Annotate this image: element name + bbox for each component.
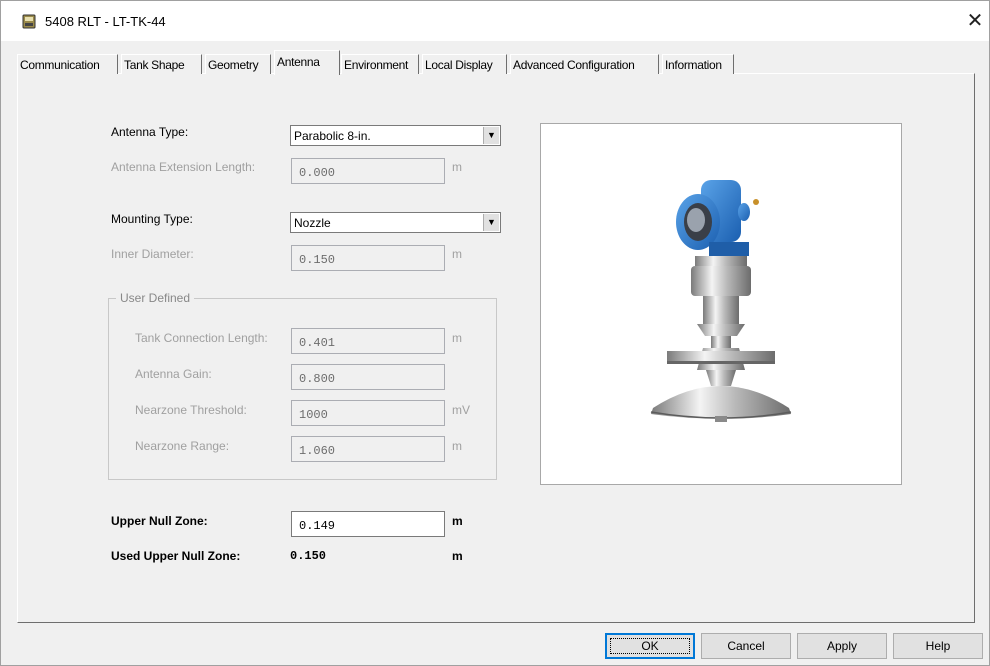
nearzone-threshold-field[interactable]: 1000: [291, 400, 445, 426]
used-upper-null-zone-label: Used Upper Null Zone:: [111, 549, 241, 563]
help-button[interactable]: Help: [893, 633, 983, 659]
antenna-extension-length-label: Antenna Extension Length:: [111, 160, 256, 174]
dialog-window: 5408 RLT - LT-TK-44 ✕ Communication Tank…: [0, 0, 990, 666]
device-image-frame: [540, 123, 902, 485]
nearzone-threshold-label: Nearzone Threshold:: [135, 403, 247, 417]
nearzone-range-field[interactable]: 1.060: [291, 436, 445, 462]
tab-local-display[interactable]: Local Display: [422, 54, 507, 74]
upper-null-zone-label: Upper Null Zone:: [111, 514, 208, 528]
antenna-gain-label: Antenna Gain:: [135, 367, 212, 381]
antenna-type-select[interactable]: Parabolic 8-in. ▼: [290, 125, 501, 146]
used-upper-null-zone-value: 0.150: [290, 549, 327, 563]
tab-geometry[interactable]: Geometry: [205, 54, 271, 74]
chevron-down-icon[interactable]: ▼: [483, 214, 499, 231]
tab-advanced-configuration[interactable]: Advanced Configuration: [510, 54, 659, 74]
tab-environment[interactable]: Environment: [341, 54, 419, 74]
radar-transmitter-image: [650, 180, 792, 422]
window-title: 5408 RLT - LT-TK-44: [45, 14, 166, 29]
tab-information[interactable]: Information: [662, 54, 734, 74]
device-app-icon: [22, 14, 36, 29]
used-upper-null-zone-unit: m: [452, 549, 463, 563]
cancel-button[interactable]: Cancel: [701, 633, 791, 659]
antenna-type-value: Parabolic 8-in.: [294, 129, 371, 143]
apply-button[interactable]: Apply: [797, 633, 887, 659]
upper-null-zone-field[interactable]: 0.149: [291, 511, 445, 537]
focus-rect: [610, 638, 690, 654]
tank-connection-length-unit: m: [452, 331, 462, 345]
tab-antenna[interactable]: Antenna: [274, 50, 340, 75]
nearzone-range-label: Nearzone Range:: [135, 439, 230, 453]
mounting-type-select[interactable]: Nozzle ▼: [290, 212, 501, 233]
tank-connection-length-label: Tank Connection Length:: [135, 331, 268, 345]
user-defined-group-title: User Defined: [116, 291, 195, 305]
inner-diameter-unit: m: [452, 247, 462, 261]
nearzone-threshold-unit: mV: [452, 403, 470, 417]
ok-button[interactable]: OK: [605, 633, 695, 659]
title-bar: 5408 RLT - LT-TK-44 ✕: [1, 1, 989, 41]
antenna-type-label: Antenna Type:: [111, 125, 189, 139]
upper-null-zone-unit: m: [452, 514, 463, 528]
inner-diameter-field[interactable]: 0.150: [291, 245, 445, 271]
tank-connection-length-field[interactable]: 0.401: [291, 328, 445, 354]
mounting-type-value: Nozzle: [294, 216, 331, 230]
tab-tank-shape[interactable]: Tank Shape: [121, 54, 202, 74]
antenna-extension-length-field[interactable]: 0.000: [291, 158, 445, 184]
tab-communication[interactable]: Communication: [17, 54, 118, 74]
close-icon[interactable]: ✕: [963, 9, 987, 33]
nearzone-range-unit: m: [452, 439, 462, 453]
antenna-extension-length-unit: m: [452, 160, 462, 174]
chevron-down-icon[interactable]: ▼: [483, 127, 499, 144]
mounting-type-label: Mounting Type:: [111, 212, 193, 226]
inner-diameter-label: Inner Diameter:: [111, 247, 194, 261]
antenna-gain-field[interactable]: 0.800: [291, 364, 445, 390]
